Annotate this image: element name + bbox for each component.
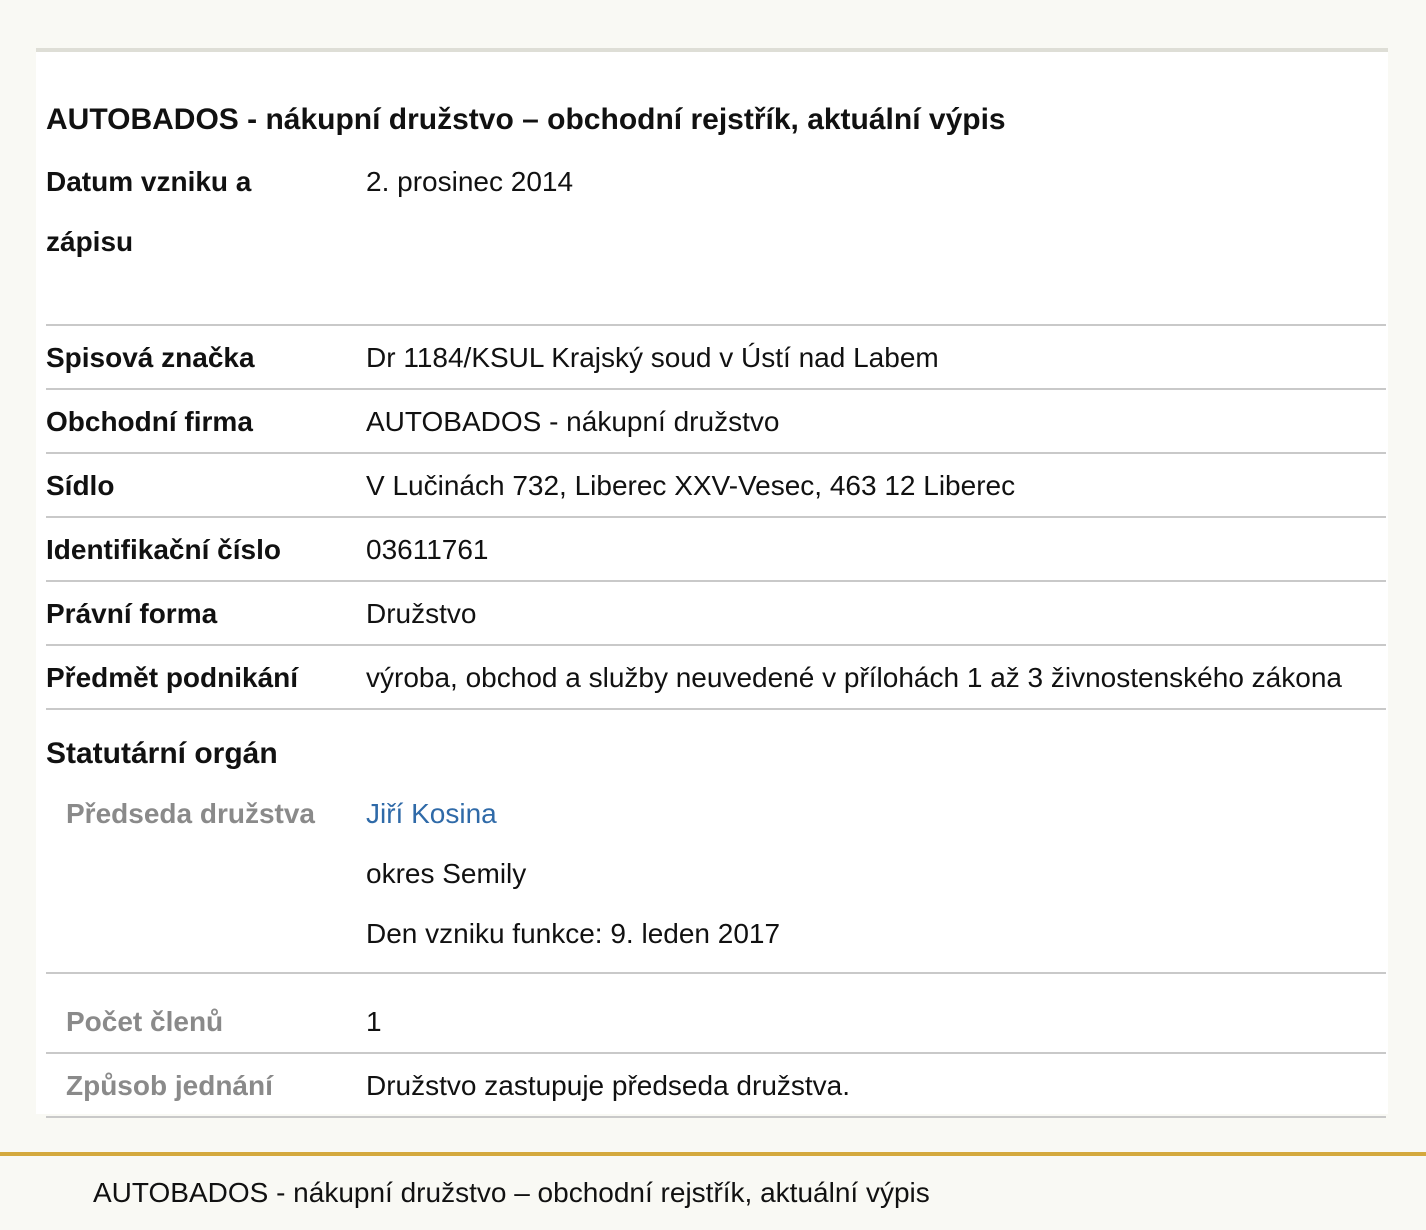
section-title-statutory: Statutární orgán [46,737,278,770]
row-id-number: Identifikační číslo 03611761 [46,518,1386,582]
row-label: Spisová značka [46,342,255,373]
row-address: Sídlo V Lučinách 732, Liberec XXV-Vesec,… [46,454,1386,518]
row-label: Sídlo [46,470,115,501]
row-conduct: Způsob jednání Družstvo zastupuje předse… [46,1054,1386,1118]
row-label: Obchodní firma [46,406,253,437]
registry-table: Datum vzniku a zápisu 2. prosinec 2014 S… [46,150,1386,1118]
chairman-since: Den vzniku funkce: 9. leden 2017 [366,918,781,949]
row-label: Předmět podnikání [46,662,299,693]
row-label: Předseda družstva [66,798,315,829]
chairman-district: okres Semily [366,858,527,889]
row-value: 2. prosinec 2014 [366,166,574,197]
registry-card: AUTOBADOS - nákupní družstvo – obchodní … [36,48,1388,1118]
row-company-name: Obchodní firma AUTOBADOS - nákupní družs… [46,390,1386,454]
row-label: Právní forma [46,598,218,629]
row-value: Jiří Kosina okres Semily Den vzniku funk… [366,782,1386,964]
page-title: AUTOBADOS - nákupní družstvo – obchodní … [46,103,1006,136]
row-business-activity: Předmět podnikání výroba, obchod a služb… [46,646,1386,710]
row-value: 03611761 [366,534,489,565]
row-legal-form: Právní forma Družstvo [46,582,1386,646]
row-label: Počet členů [66,1006,224,1037]
row-value: Družstvo [366,598,477,629]
row-label: Způsob jednání [66,1070,273,1101]
row-chairman: Předseda družstva Jiří Kosina okres Semi… [46,782,1386,974]
row-label: Datum vzniku a zápisu [46,166,252,257]
row-file-number: Spisová značka Dr 1184/KSUL Krajský soud… [46,326,1386,390]
row-label: Identifikační číslo [46,534,281,565]
row-value: Dr 1184/KSUL Krajský soud v Ústí nad Lab… [366,342,939,373]
row-value: Družstvo zastupuje předseda družstva. [366,1070,851,1101]
page-footer: AUTOBADOS - nákupní družstvo – obchodní … [0,1152,1426,1230]
row-founding-date: Datum vzniku a zápisu 2. prosinec 2014 [46,150,1386,326]
row-value: výroba, obchod a služby neuvedené v příl… [366,662,1342,693]
row-value: AUTOBADOS - nákupní družstvo [366,406,780,437]
chairman-name-link[interactable]: Jiří Kosina [366,798,497,829]
row-value: V Lučinách 732, Liberec XXV-Vesec, 463 1… [366,470,1016,501]
row-member-count: Počet členů 1 [46,974,1386,1054]
row-value: 1 [366,1006,382,1037]
footer-title: AUTOBADOS - nákupní družstvo – obchodní … [93,1177,930,1208]
